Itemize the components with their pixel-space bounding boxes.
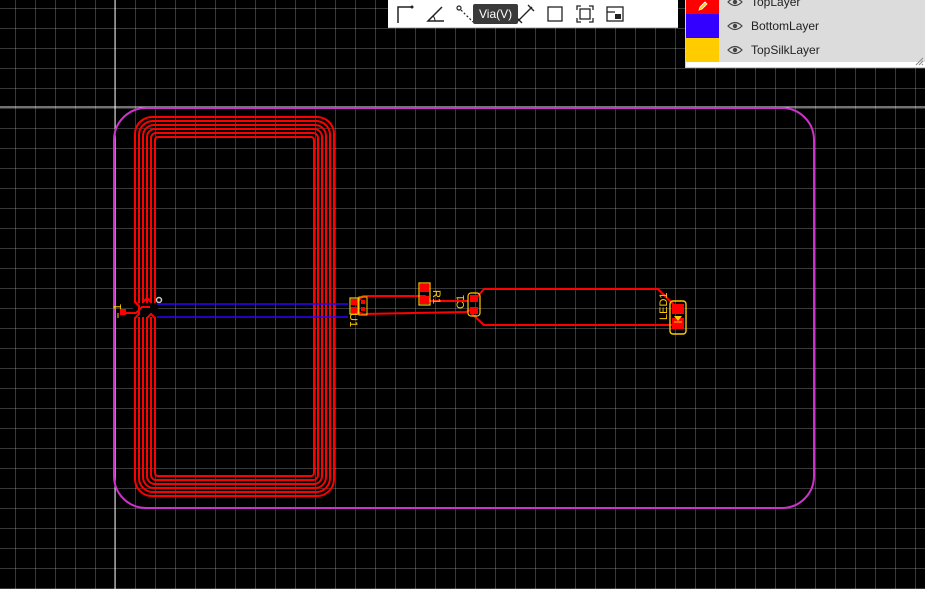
pencil-icon [697, 1, 708, 11]
layer-color-swatch[interactable] [686, 14, 719, 38]
wiring-toolbar [388, 0, 678, 28]
image-icon [606, 5, 624, 22]
via[interactable] [155, 296, 163, 304]
layer-color-swatch[interactable] [686, 0, 719, 14]
eye-icon[interactable] [727, 20, 743, 32]
coil-pin-1-label: 1 [112, 304, 124, 310]
r1-designator: R1 [430, 290, 442, 304]
layer-row-topsilklayer[interactable]: TopSilkLayer [686, 38, 925, 62]
layer-row-toplayer[interactable]: TopLayer [686, 0, 925, 14]
via-icon [456, 4, 474, 22]
image-tool-button[interactable] [604, 3, 626, 25]
nfc-coil[interactable] [134, 116, 335, 497]
c1-designator: C1 [455, 295, 467, 309]
layer-row-bottomlayer[interactable]: BottomLayer [686, 14, 925, 38]
tool-tooltip: Via(V) [473, 4, 519, 24]
bottom-layer-tracks[interactable] [157, 303, 348, 318]
rectangle-tool-button[interactable] [544, 3, 566, 25]
layers-panel: TopLayer BottomLayer TopSilkLayer [685, 0, 925, 68]
eye-icon[interactable] [727, 0, 743, 8]
eye-icon[interactable] [727, 44, 743, 56]
track-icon [397, 5, 414, 23]
led1-footprint[interactable] [669, 300, 687, 335]
r1-footprint[interactable] [418, 282, 431, 306]
layer-name: TopLayer [751, 0, 801, 9]
copper-area-icon [576, 4, 594, 23]
resize-grip-icon[interactable] [914, 56, 924, 66]
arc-icon [426, 5, 444, 22]
u1-designator: U1 [347, 313, 359, 327]
layer-color-swatch[interactable] [686, 38, 719, 62]
rectangle-icon [547, 5, 563, 22]
track-tool-button[interactable] [394, 3, 416, 25]
pcb-drawing[interactable]: 1 U1 R1 C1 LED1 [0, 0, 925, 589]
arc-tool-button[interactable] [424, 3, 446, 25]
led1-designator: LED1 [658, 292, 670, 320]
copper-area-tool-button[interactable] [574, 3, 596, 25]
layer-name: BottomLayer [751, 19, 820, 33]
top-layer-tracks[interactable] [356, 288, 677, 326]
layer-name: TopSilkLayer [751, 43, 820, 57]
